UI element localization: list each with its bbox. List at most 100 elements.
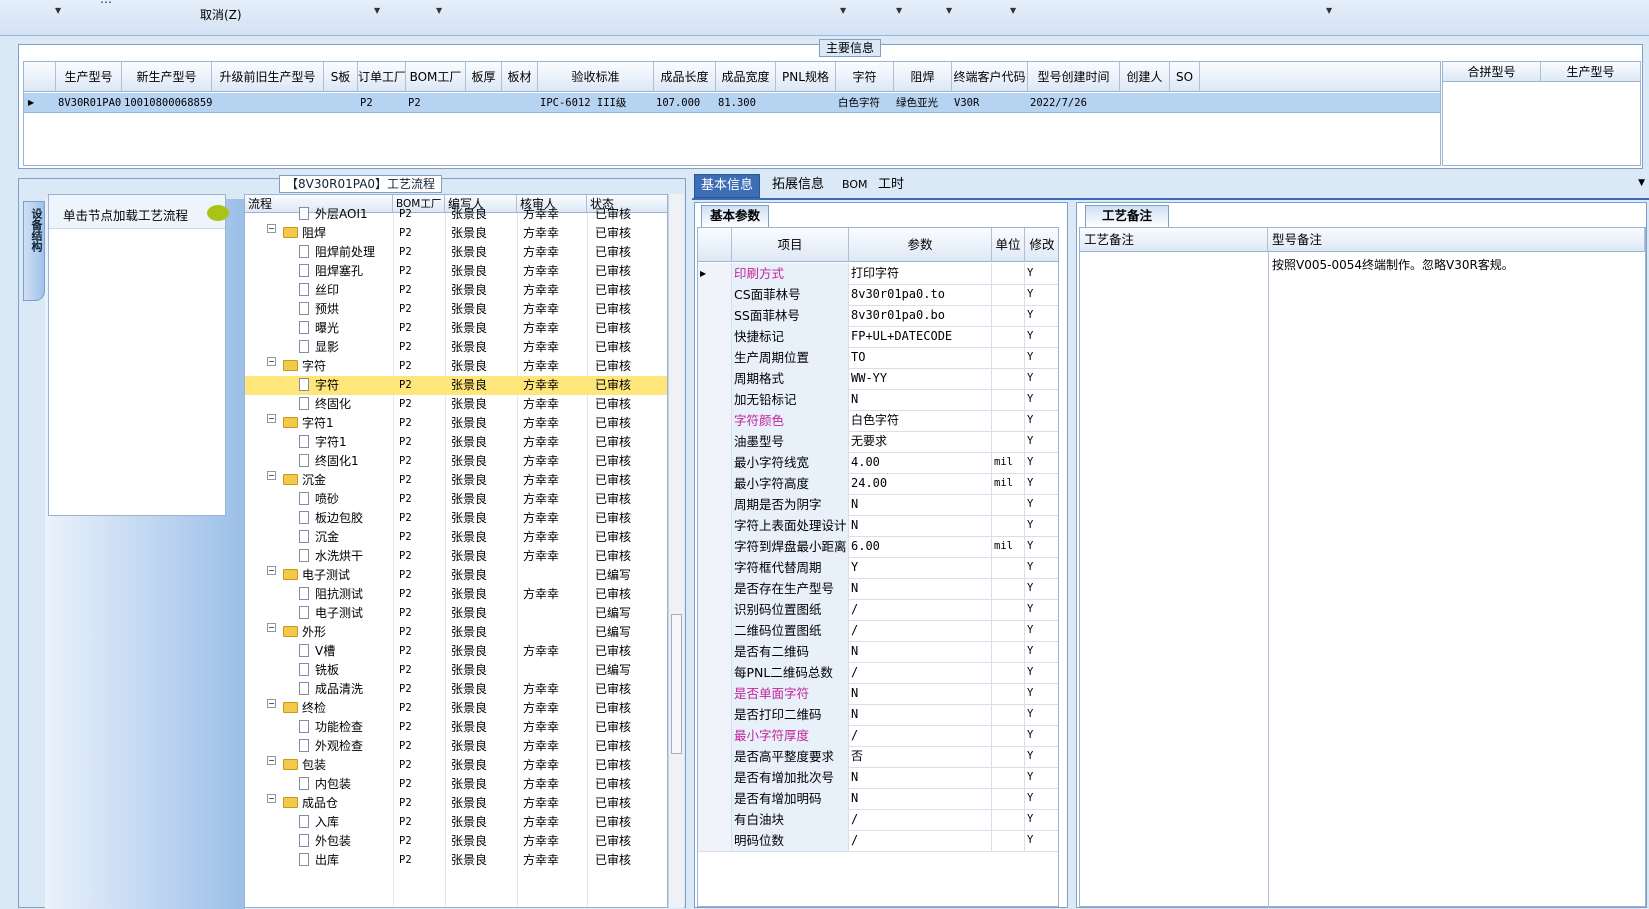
cell[interactable]: IPC-6012 III级 bbox=[538, 93, 654, 113]
param-modified[interactable]: Y bbox=[1025, 515, 1058, 536]
param-value[interactable]: N bbox=[849, 578, 992, 599]
collapse-icon[interactable]: − bbox=[267, 756, 276, 765]
param-row[interactable]: 快捷标记 FP+UL+DATECODE Y bbox=[698, 326, 1058, 348]
scrollbar-thumb[interactable] bbox=[671, 614, 682, 754]
param-row[interactable]: 是否有二维码 N Y bbox=[698, 641, 1058, 663]
tree-node-row[interactable]: 电子测试 P2 张景良 已编写 bbox=[245, 604, 667, 623]
cell[interactable] bbox=[1170, 93, 1200, 113]
param-row[interactable]: 最小字符线宽 4.00 mil Y bbox=[698, 452, 1058, 474]
tab-basic[interactable]: 基本信息 bbox=[694, 174, 761, 198]
speech-bubble-icon[interactable] bbox=[207, 205, 229, 221]
param-modified[interactable]: Y bbox=[1025, 368, 1058, 389]
cell[interactable] bbox=[502, 93, 538, 113]
param-value[interactable]: 4.00 bbox=[849, 452, 992, 473]
param-modified[interactable]: Y bbox=[1025, 599, 1058, 620]
tree-folder-row[interactable]: − 外形 P2 张景良 已编写 bbox=[245, 623, 667, 642]
param-modified[interactable]: Y bbox=[1025, 452, 1058, 473]
tree-node-row[interactable]: 字符 P2 张景良 方幸幸 已审核 bbox=[245, 376, 667, 395]
cell[interactable]: 8V30R01PA0 bbox=[56, 93, 122, 113]
param-value[interactable]: 打印字符 bbox=[849, 263, 992, 284]
column-header[interactable]: BOM工厂 bbox=[406, 62, 466, 92]
cell[interactable] bbox=[776, 93, 836, 113]
tree-node-row[interactable]: 显影 P2 张景良 方幸幸 已审核 bbox=[245, 338, 667, 357]
cell[interactable]: 107.000 bbox=[654, 93, 716, 113]
tree-folder-row[interactable]: − 成品仓 P2 张景良 方幸幸 已审核 bbox=[245, 794, 667, 813]
column-header[interactable]: 成品宽度 bbox=[716, 62, 776, 92]
column-header[interactable]: PNL规格 bbox=[776, 62, 836, 92]
param-modified[interactable]: Y bbox=[1025, 641, 1058, 662]
dropdown-arrow-icon[interactable]: ▼ bbox=[840, 6, 846, 15]
param-modified[interactable]: Y bbox=[1025, 431, 1058, 452]
cell[interactable] bbox=[466, 93, 502, 113]
param-value[interactable]: / bbox=[849, 830, 992, 851]
tree-node-row[interactable]: 阻焊前处理 P2 张景良 方幸幸 已审核 bbox=[245, 243, 667, 262]
param-row[interactable]: 油墨型号 无要求 Y bbox=[698, 431, 1058, 453]
param-value[interactable]: N bbox=[849, 515, 992, 536]
param-modified[interactable]: Y bbox=[1025, 305, 1058, 326]
param-modified[interactable]: Y bbox=[1025, 263, 1058, 284]
param-modified[interactable]: Y bbox=[1025, 347, 1058, 368]
param-row[interactable]: 有白油块 / Y bbox=[698, 809, 1058, 831]
params-column-header[interactable]: 单位 bbox=[992, 228, 1025, 262]
column-header[interactable]: 订单工厂 bbox=[358, 62, 406, 92]
column-header[interactable]: 生产型号 bbox=[56, 62, 122, 92]
param-row[interactable]: 字符到焊盘最小距离 6.00 mil Y bbox=[698, 536, 1058, 558]
tree-node-row[interactable]: 内包装 P2 张景良 方幸幸 已审核 bbox=[245, 775, 667, 794]
param-modified[interactable]: Y bbox=[1025, 662, 1058, 683]
tree-node-row[interactable]: 丝印 P2 张景良 方幸幸 已审核 bbox=[245, 281, 667, 300]
tab-extended[interactable]: 拓展信息 bbox=[766, 174, 830, 198]
param-value[interactable]: WW-YY bbox=[849, 368, 992, 389]
params-grid[interactable]: 项目 参数 单位 修改 ▶ 印刷方式 打印字符 Y CS面菲林号 8v30r01pa0.to Y SS… bbox=[697, 227, 1059, 907]
param-value[interactable]: / bbox=[849, 620, 992, 641]
param-value[interactable]: FP+UL+DATECODE bbox=[849, 326, 992, 347]
column-header[interactable]: 字符 bbox=[836, 62, 894, 92]
collapse-icon[interactable]: − bbox=[267, 699, 276, 708]
tree-node-row[interactable]: 板边包胶 P2 张景良 方幸幸 已审核 bbox=[245, 509, 667, 528]
collapse-icon[interactable]: − bbox=[267, 414, 276, 423]
param-modified[interactable]: Y bbox=[1025, 620, 1058, 641]
param-value[interactable]: Y bbox=[849, 557, 992, 578]
tree-node-row[interactable]: 铣板 P2 张景良 已编写 bbox=[245, 661, 667, 680]
param-value[interactable]: 否 bbox=[849, 746, 992, 767]
column-header[interactable]: S板 bbox=[324, 62, 358, 92]
tree-node-row[interactable]: 成品清洗 P2 张景良 方幸幸 已审核 bbox=[245, 680, 667, 699]
tree-node-row[interactable]: 阻焊塞孔 P2 张景良 方幸幸 已审核 bbox=[245, 262, 667, 281]
param-row[interactable]: 识别码位置图纸 / Y bbox=[698, 599, 1058, 621]
cell[interactable]: 绿色亚光 bbox=[894, 93, 952, 113]
param-modified[interactable]: Y bbox=[1025, 536, 1058, 557]
param-row[interactable]: CS面菲林号 8v30r01pa0.to Y bbox=[698, 284, 1058, 306]
param-modified[interactable]: Y bbox=[1025, 767, 1058, 788]
tree-node-row[interactable]: 终固化 P2 张景良 方幸幸 已审核 bbox=[245, 395, 667, 414]
param-row[interactable]: 最小字符高度 24.00 mil Y bbox=[698, 473, 1058, 495]
param-row[interactable]: 字符框代替周期 Y Y bbox=[698, 557, 1058, 579]
tree-node-row[interactable]: V槽 P2 张景良 方幸幸 已审核 bbox=[245, 642, 667, 661]
cell[interactable]: 81.300 bbox=[716, 93, 776, 113]
tree-folder-row[interactable]: − 终检 P2 张景良 方幸幸 已审核 bbox=[245, 699, 667, 718]
main-info-grid[interactable]: 生产型号 新生产型号 升级前旧生产型号 S板 订单工厂 BOM工厂 板厚 板材 验收标准 成品长度… bbox=[23, 61, 1441, 166]
param-row[interactable]: 周期是否为阴字 N Y bbox=[698, 494, 1058, 516]
cell[interactable]: 白色字符 bbox=[836, 93, 894, 113]
param-modified[interactable]: Y bbox=[1025, 473, 1058, 494]
tree-node-row[interactable]: 功能检查 P2 张景良 方幸幸 已审核 bbox=[245, 718, 667, 737]
param-row[interactable]: 每PNL二维码总数 / Y bbox=[698, 662, 1058, 684]
tree-folder-row[interactable]: − 电子测试 P2 张景良 已编写 bbox=[245, 566, 667, 585]
param-value[interactable]: 白色字符 bbox=[849, 410, 992, 431]
tree-node-row[interactable]: 入库 P2 张景良 方幸幸 已审核 bbox=[245, 813, 667, 832]
params-column-header[interactable]: 项目 bbox=[732, 228, 849, 262]
tree-folder-row[interactable]: − 包装 P2 张景良 方幸幸 已审核 bbox=[245, 756, 667, 775]
cell[interactable]: 10010800068859 bbox=[122, 93, 212, 113]
tree-folder-row[interactable]: − 阻焊 P2 张景良 方幸幸 已审核 bbox=[245, 224, 667, 243]
param-modified[interactable]: Y bbox=[1025, 788, 1058, 809]
param-value[interactable]: 无要求 bbox=[849, 431, 992, 452]
param-row[interactable]: 是否有增加明码 N Y bbox=[698, 788, 1058, 810]
cell[interactable] bbox=[212, 93, 324, 113]
param-modified[interactable]: Y bbox=[1025, 725, 1058, 746]
dropdown-arrow-icon[interactable]: ▼ bbox=[1326, 6, 1332, 15]
param-row[interactable]: 是否高平整度要求否 Y bbox=[698, 746, 1058, 768]
param-value[interactable]: TO bbox=[849, 347, 992, 368]
notes-tab[interactable]: 工艺备注 bbox=[1085, 205, 1170, 227]
tree-node-row[interactable]: 阻抗测试 P2 张景良 方幸幸 已审核 bbox=[245, 585, 667, 604]
cell[interactable]: P2 bbox=[358, 93, 406, 113]
cell[interactable]: P2 bbox=[406, 93, 466, 113]
param-row[interactable]: 字符上表面处理设计 N Y bbox=[698, 515, 1058, 537]
